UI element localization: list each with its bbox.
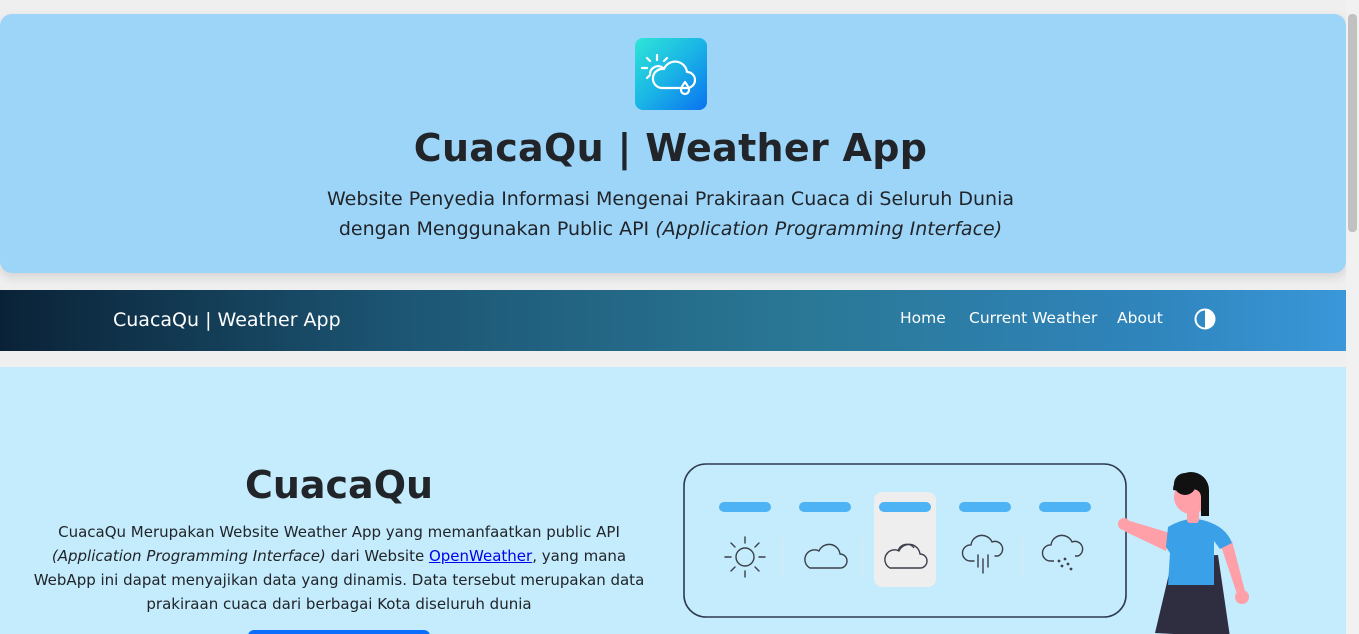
theme-toggle-button[interactable] [1194,308,1216,330]
nav-home[interactable]: Home [900,309,946,327]
cloud-sun-rain-icon [640,53,697,96]
sun-icon [724,536,766,578]
cta-button[interactable] [248,630,430,634]
cloud-icon [804,543,848,569]
page-subtitle: Website Penyedia Informasi Mengenai Prak… [0,184,1341,244]
navbar: CuacaQu | Weather App Home Current Weath… [0,290,1346,351]
about-text-italic: (Application Programming Interface) [51,547,326,565]
hero-banner: CuacaQu | Weather App Website Penyedia I… [0,14,1346,273]
subtitle-line-1: Website Penyedia Informasi Mengenai Prak… [326,188,1015,210]
weather-illustration [683,463,1249,634]
cloud-snow-icon [1041,534,1084,571]
navbar-brand[interactable]: CuacaQu | Weather App [113,309,341,331]
contrast-toggle-icon [1194,308,1216,330]
cloud-rain-icon [961,534,1004,574]
subtitle-line-2: dengan Menggunakan Public API [338,218,656,240]
about-text-1: CuacaQu Merupakan Website Weather App ya… [58,523,620,541]
scrollbar-thumb[interactable] [1348,14,1357,232]
openweather-link[interactable]: OpenWeather [429,547,532,565]
about-text-2: dari Website [325,547,429,565]
nav-about[interactable]: About [1117,309,1163,327]
subtitle-italic: (Application Programming Interface) [655,218,1003,240]
woman-figure [1118,472,1249,634]
nav-current-weather[interactable]: Current Weather [969,309,1097,327]
about-description: CuacaQu Merupakan Website Weather App ya… [20,520,658,616]
page-title: CuacaQu | Weather App [413,126,928,170]
about-title: CuacaQu [244,463,434,507]
about-section: CuacaQu CuacaQu Merupakan Website Weathe… [0,367,1346,634]
app-logo [635,38,707,110]
